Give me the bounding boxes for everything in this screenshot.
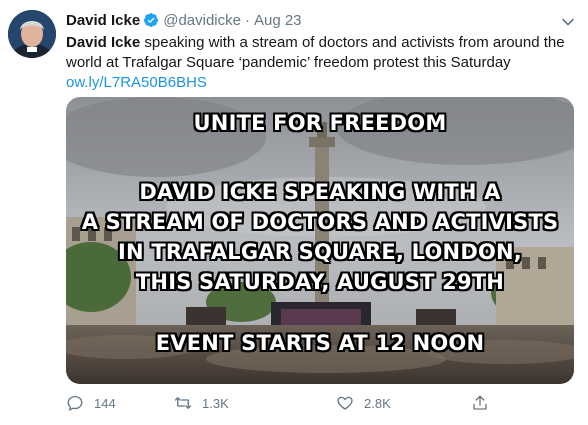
image-body-line: IN TRAFALGAR SQUARE, LONDON,	[118, 240, 522, 264]
like-button[interactable]: 2.8K	[336, 394, 391, 412]
handle[interactable]: @davidicke	[163, 12, 241, 29]
share-button[interactable]	[471, 394, 499, 412]
like-count: 2.8K	[364, 395, 391, 411]
avatar[interactable]	[8, 10, 56, 58]
tweet[interactable]: David Icke @davidicke · Aug 23 David Ick…	[0, 0, 588, 425]
display-name[interactable]: David Icke	[66, 12, 140, 29]
retweet-button[interactable]: 1.3K	[174, 394, 229, 412]
tweet-image[interactable]: UNITE FOR FREEDOM DAVID ICKE SPEAKING WI…	[66, 97, 574, 384]
image-headline: UNITE FOR FREEDOM	[193, 111, 447, 135]
tweet-actions: 144 1.3K 2.8K	[66, 394, 487, 418]
tweet-link[interactable]: ow.ly/L7RA50B6BHS	[66, 73, 207, 93]
tweet-text-line1: speaking with a stream of doctors and ac…	[140, 34, 565, 51]
tweet-header: David Icke @davidicke · Aug 23	[66, 10, 302, 30]
retweet-count: 1.3K	[202, 395, 229, 411]
separator: ·	[244, 11, 250, 29]
retweet-icon	[174, 397, 192, 409]
reply-icon	[67, 395, 83, 411]
reply-count: 144	[94, 395, 116, 411]
image-body-line: A STREAM OF DOCTORS AND ACTIVISTS	[81, 210, 559, 234]
reply-button[interactable]: 144	[66, 394, 116, 412]
share-icon	[473, 395, 487, 410]
tweet-text: David Icke speaking with a stream of doc…	[66, 33, 576, 73]
image-body-line: THIS SATURDAY, AUGUST 29TH	[135, 270, 505, 294]
heart-icon	[337, 396, 353, 410]
image-body-line: DAVID ICKE SPEAKING WITH A	[139, 180, 501, 204]
timestamp[interactable]: Aug 23	[254, 12, 302, 29]
verified-badge-icon	[144, 13, 159, 27]
image-body: DAVID ICKE SPEAKING WITH A A STREAM OF D…	[66, 177, 574, 297]
tweet-text-bold: David Icke	[66, 34, 141, 51]
tweet-text-line2: world at Trafalgar Square ‘pandemic’ fre…	[66, 54, 511, 71]
image-footer: EVENT STARTS AT 12 NOON	[155, 331, 485, 355]
chevron-down-icon[interactable]	[558, 12, 578, 32]
